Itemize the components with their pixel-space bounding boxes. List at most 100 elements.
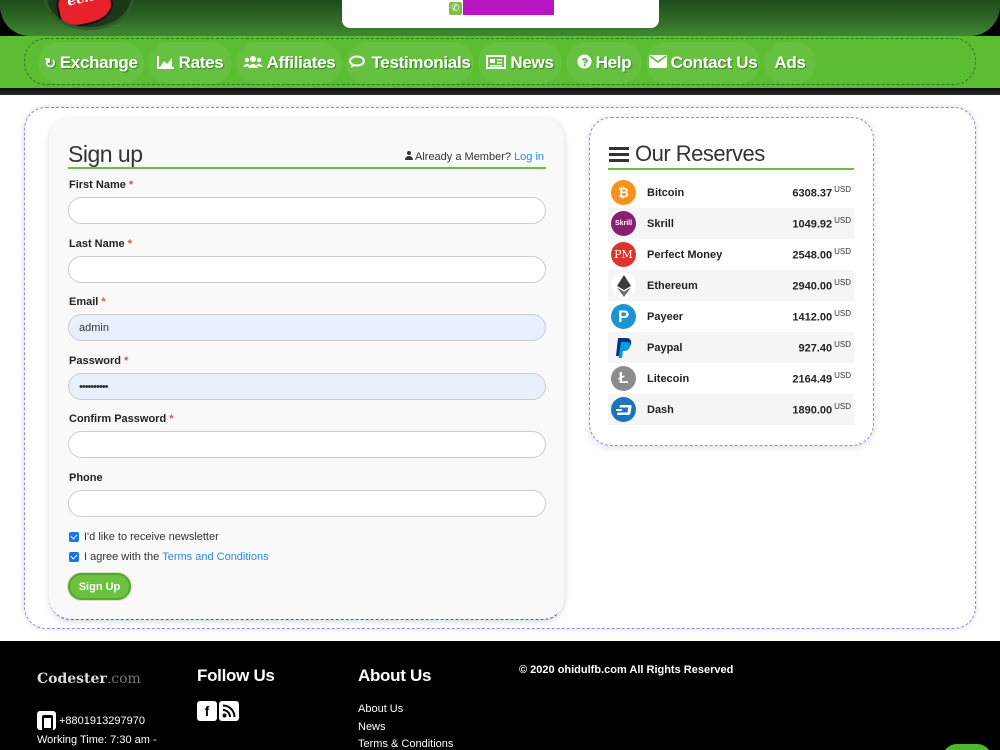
brand-main: Codester — [37, 671, 107, 687]
signup-button[interactable]: Sign Up — [68, 573, 131, 600]
rss-icon[interactable] — [219, 701, 239, 721]
reserve-row: Ethereum 2940.00 USD — [608, 270, 854, 301]
reserve-name: Paypal — [647, 341, 683, 354]
reserve-amount: 1890.00 USD — [792, 402, 851, 417]
top-header: ech ✆ — [0, 0, 1000, 36]
reserve-row: Paypal 927.40 USD — [608, 332, 854, 363]
first-name-label: First Name * — [69, 179, 133, 191]
working-hours: Working Time: 7:30 am - — [37, 734, 157, 746]
footer-link-terms[interactable]: Terms & Conditions — [358, 738, 453, 750]
nav-contact[interactable]: Contact Us — [646, 42, 760, 84]
newsletter-label: I'd like to receive newsletter — [84, 531, 219, 543]
terms-link[interactable]: Terms and Conditions — [162, 551, 268, 563]
phone-number[interactable]: +8801913297970 — [59, 715, 145, 727]
reserve-name: Ethereum — [647, 279, 698, 292]
newsletter-row: I'd like to receive newsletter — [69, 531, 219, 543]
question-circle-icon: ? — [577, 54, 592, 72]
facebook-icon[interactable]: f — [197, 701, 217, 721]
payeer-icon: P — [611, 304, 636, 329]
required-mark: * — [169, 413, 174, 425]
reserve-name: Skrill — [647, 217, 674, 230]
first-name-input[interactable] — [68, 197, 546, 224]
users-icon — [242, 55, 263, 72]
last-name-label: Last Name * — [69, 238, 132, 250]
reserves-title-text: Our Reserves — [635, 141, 765, 166]
reserve-amount-value: 1049.92 — [792, 218, 833, 231]
reserve-amount: 2940.00 USD — [792, 278, 851, 293]
required-mark: * — [124, 355, 129, 367]
social-links: f — [197, 701, 241, 721]
currency-label: USD — [834, 309, 851, 319]
refresh-icon: ↻ — [44, 54, 56, 71]
newsletter-checkbox[interactable] — [69, 532, 79, 542]
reserve-amount-value: 2164.49 — [792, 373, 833, 386]
nav-ads[interactable]: Ads — [764, 42, 816, 84]
password-field[interactable] — [68, 373, 546, 400]
bars-icon — [609, 146, 629, 162]
phone-field[interactable] — [68, 490, 546, 517]
reserve-amount-value: 2940.00 — [792, 280, 833, 293]
nav-news-label: News — [510, 53, 554, 72]
first-name-label-text: First Name — [69, 179, 126, 191]
nav-affiliates[interactable]: Affiliates — [236, 42, 342, 84]
login-link[interactable]: Log in — [514, 151, 544, 163]
required-mark: * — [128, 179, 134, 191]
signup-title-underline — [68, 167, 546, 169]
reserves-title-underline — [608, 168, 854, 170]
confirm-password-field[interactable] — [68, 431, 546, 458]
main-nav: ↻ Exchange Rates Affiliates Testimonials… — [0, 36, 1000, 88]
litecoin-icon: Ł — [611, 366, 636, 391]
reserve-row: Skrill Skrill 1049.92 USD — [608, 208, 854, 239]
whatsapp-icon[interactable]: ✆ — [449, 2, 462, 15]
user-icon — [405, 151, 413, 160]
reserve-row: ₿ Bitcoin 6308.37 USD — [608, 177, 854, 208]
reserve-amount: 1412.00 USD — [792, 309, 851, 324]
paypal-icon — [611, 335, 636, 360]
bitcoin-icon: ₿ — [611, 180, 636, 205]
nav-testimonials[interactable]: Testimonials — [346, 42, 474, 84]
agree-label: I agree with the — [84, 551, 160, 563]
nav-help[interactable]: ? Help — [566, 42, 642, 84]
phone-label-text: Phone — [69, 472, 103, 484]
reserve-amount: 1049.92 USD — [792, 216, 851, 231]
reserve-amount-value: 1890.00 — [792, 404, 833, 417]
phone-label: Phone — [69, 472, 103, 484]
confirm-password-label-text: Confirm Password — [69, 413, 167, 425]
last-name-input[interactable] — [68, 256, 546, 283]
member-prompt: Already a Member? Log in — [405, 151, 544, 163]
envelope-icon — [648, 55, 667, 71]
nav-exchange-label: Exchange — [59, 53, 138, 72]
currency-label: USD — [834, 185, 851, 195]
brand-suffix: .com — [106, 671, 141, 687]
site-logo[interactable]: ech — [44, 0, 134, 30]
terms-checkbox[interactable] — [69, 552, 79, 562]
nav-exchange[interactable]: ↻ Exchange — [38, 42, 144, 84]
email-field[interactable] — [68, 314, 546, 341]
signup-title: Sign up — [68, 141, 143, 167]
reserve-row: Dash 1890.00 USD — [608, 394, 854, 425]
nav-testimonials-label: Testimonials — [371, 53, 471, 72]
reserve-name: Payeer — [647, 310, 684, 323]
footer-brand-logo[interactable]: Codester.com — [37, 671, 141, 687]
newspaper-icon — [486, 54, 507, 72]
perfect-money-icon: PM — [611, 242, 636, 267]
nav-news[interactable]: News — [478, 42, 562, 84]
required-mark: * — [127, 238, 132, 250]
reserve-amount: 2164.49 USD — [792, 371, 851, 386]
nav-affiliates-label: Affiliates — [266, 53, 336, 72]
nav-rates-label: Rates — [178, 53, 224, 72]
email-label: Email * — [69, 296, 106, 308]
nav-rates[interactable]: Rates — [148, 42, 232, 84]
footer-link-about[interactable]: About Us — [358, 703, 403, 715]
skrill-icon: Skrill — [611, 211, 636, 236]
reserve-row: Ł Litecoin 2164.49 USD — [608, 363, 854, 394]
email-label-text: Email — [69, 296, 99, 308]
member-prompt-text: Already a Member? — [415, 151, 511, 163]
dash-icon — [611, 397, 636, 422]
reserve-name: Dash — [647, 403, 674, 416]
footer-link-news[interactable]: News — [358, 721, 386, 733]
reserves-title: Our Reserves — [609, 141, 765, 167]
reserve-name: Litecoin — [647, 372, 690, 385]
comments-icon — [349, 55, 367, 72]
currency-label: USD — [834, 247, 851, 257]
